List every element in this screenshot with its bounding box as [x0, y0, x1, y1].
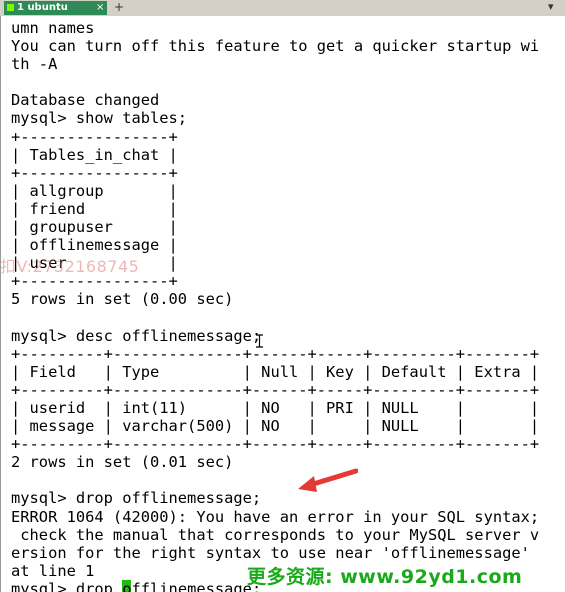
- terminal-line: | groupuser |: [11, 218, 178, 237]
- terminal-line: th -A: [11, 55, 58, 74]
- terminal-line: | offlinemessage |: [11, 236, 178, 255]
- site-watermark: 更多资源: www.92yd1.com: [247, 566, 523, 588]
- terminal-line: ersion for the right syntax to use near …: [11, 543, 530, 562]
- new-tab-button[interactable]: +: [114, 0, 124, 16]
- terminal-line: Database changed: [11, 91, 160, 110]
- terminal-line: You can turn off this feature to get a q…: [11, 37, 540, 56]
- terminal-line: | allgroup |: [11, 181, 178, 200]
- terminal-line: mysql> desc offlinemessage;: [11, 326, 262, 345]
- terminal-line: ERROR 1064 (42000): You have an error in…: [11, 507, 540, 526]
- terminal-line: +---------+--------------+------+-----+-…: [11, 380, 540, 399]
- tab-status-icon: [7, 4, 14, 11]
- terminal-line: | friend |: [11, 199, 178, 218]
- tab-label: 1 ubuntu: [17, 2, 68, 13]
- terminal-output[interactable]: umn names You can turn off this feature …: [0, 16, 565, 592]
- prompt-text: mysql> drop: [11, 579, 123, 592]
- terminal-line: | message | varchar(500) | NO | | NULL |…: [11, 417, 540, 436]
- terminal-line: | userid | int(11) | NO | PRI | NULL | |: [11, 398, 540, 417]
- terminal-line: 2 rows in set (0.01 sec): [11, 453, 234, 472]
- terminal-line: +---------+--------------+------+-----+-…: [11, 344, 540, 363]
- terminal-line: mysql> drop offlinemessage;: [11, 489, 262, 508]
- tab-bar: 1 ubuntu × + ▾: [0, 0, 565, 17]
- tab-ubuntu[interactable]: 1 ubuntu ×: [4, 1, 107, 15]
- contact-watermark: 扣V:2732168745: [0, 257, 140, 276]
- terminal-line: check the manual that corresponds to you…: [11, 525, 540, 544]
- terminal-line: +----------------+: [11, 163, 178, 182]
- terminal-line: +----------------+: [11, 127, 178, 146]
- tab-close-icon[interactable]: ×: [96, 1, 104, 15]
- terminal-line: umn names: [11, 19, 95, 37]
- mouse-ibeam-icon: [256, 334, 263, 348]
- terminal-line: mysql> show tables;: [11, 109, 188, 128]
- prompt-text-rest: fflinemessage;: [131, 579, 262, 592]
- red-arrow-icon: [298, 468, 358, 492]
- tab-menu-chevron-icon[interactable]: ▾: [548, 0, 554, 16]
- terminal-line: | Field | Type | Null | Key | Default | …: [11, 362, 540, 381]
- terminal-line: 5 rows in set (0.00 sec): [11, 290, 234, 309]
- terminal-line: | Tables_in_chat |: [11, 145, 178, 164]
- terminal-lines: umn names You can turn off this feature …: [11, 19, 539, 592]
- terminal-line: +---------+--------------+------+-----+-…: [11, 435, 540, 454]
